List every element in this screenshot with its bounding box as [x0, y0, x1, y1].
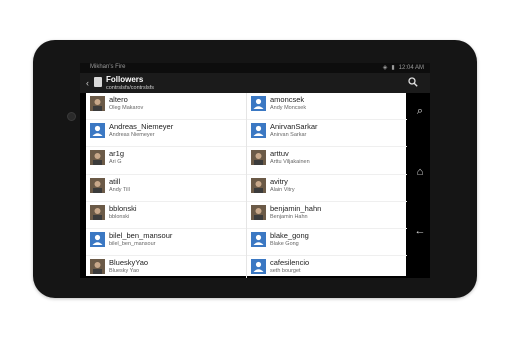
list-item[interactable]: bblonski bblonski — [86, 202, 246, 229]
avatar — [90, 150, 105, 166]
page-subtitle: contrslsfs/contrslsfs — [106, 85, 154, 91]
avatar — [90, 96, 105, 111]
list-item[interactable]: AnirvanSarkar Anirvan Sarkar — [247, 120, 407, 148]
status-bar: Mikhan's Fire ◈ ▮ 12:04 AM — [80, 63, 430, 73]
real-name: Bluesky Yao — [109, 268, 140, 275]
avatar — [251, 177, 266, 193]
back-arrow-icon[interactable]: ← — [412, 223, 428, 239]
wifi-icon: ◈ — [382, 65, 388, 71]
username: benjamin_hahn — [270, 203, 322, 213]
real-name: bilel_ben_mansour — [109, 240, 156, 247]
list-item[interactable]: arttuv Arttu Viljakainen — [247, 147, 407, 175]
username: atill — [109, 176, 121, 186]
real-name: Blake Gong — [270, 240, 299, 247]
list-item[interactable]: altero Oleg Makarov — [86, 93, 246, 121]
avatar — [251, 123, 266, 139]
avatar — [90, 259, 105, 275]
real-name: Oleg Makarov — [109, 105, 144, 111]
real-name: Andreas Niemeyer — [109, 132, 155, 139]
camera-icon — [67, 112, 76, 121]
username: altero — [109, 95, 128, 104]
username: AnirvanSarkar — [270, 122, 318, 132]
real-name: Andy Moncsek — [270, 105, 307, 111]
real-name: seth bourget — [270, 268, 301, 275]
list-item[interactable]: Andreas_Niemeyer Andreas Niemeyer — [86, 120, 246, 148]
avatar — [251, 96, 266, 111]
username: Andreas_Niemeyer — [109, 122, 174, 132]
username: avitry — [270, 176, 288, 186]
real-name: Arttu Viljakainen — [270, 159, 310, 166]
status-right: ◈ ▮ 12:04 AM — [382, 64, 424, 72]
nav-bar: ⌕ ⌂ ← — [410, 93, 430, 278]
list-item[interactable]: BlueskyYao Bluesky Yao — [86, 256, 246, 278]
username: bilel_ben_mansour — [109, 230, 173, 240]
username: BlueskyYao — [109, 258, 149, 268]
real-name: bblonski — [109, 213, 130, 220]
list-item[interactable]: bilel_ben_mansour bilel_ben_mansour — [86, 229, 246, 257]
real-name: Alain Vitry — [270, 186, 295, 193]
real-name: Anirvan Sarkar — [270, 132, 307, 139]
avatar — [251, 259, 266, 275]
avatar — [90, 204, 105, 220]
followers-column-right: amoncsek Andy Moncsek AnirvanSarkar Anirvan… — [247, 93, 407, 278]
home-icon[interactable]: ⌂ — [412, 164, 428, 180]
app-icon[interactable] — [94, 77, 102, 87]
status-time: 12:04 AM — [398, 64, 424, 71]
username: ar1g — [109, 149, 125, 159]
list-item[interactable]: avitry Alain Vitry — [247, 175, 407, 202]
followers-list: altero Oleg Makarov Andreas_Niemeyer Andrea… — [86, 93, 407, 278]
username: blake_gong — [270, 230, 309, 240]
avatar — [90, 177, 105, 193]
action-bar: ‹ Followers contrslsfs/contrslsfs — [80, 73, 430, 93]
avatar — [90, 231, 105, 247]
followers-column-left: altero Oleg Makarov Andreas_Niemeyer Andrea… — [86, 93, 247, 278]
list-item[interactable]: amoncsek Andy Moncsek — [247, 93, 407, 121]
list-item[interactable]: atill Andy Till — [86, 175, 246, 202]
battery-icon: ▮ — [391, 65, 395, 71]
list-item[interactable]: benjamin_hahn Benjamin Hahn — [247, 202, 407, 229]
username: amoncsek — [270, 95, 305, 104]
avatar — [90, 123, 105, 139]
username: cafesilencio — [270, 258, 310, 268]
list-item[interactable]: ar1g Ari G — [86, 147, 246, 175]
search-icon[interactable] — [408, 77, 418, 87]
real-name: Benjamin Hahn — [270, 213, 308, 220]
list-item[interactable]: blake_gong Blake Gong — [247, 229, 407, 257]
avatar — [251, 150, 266, 166]
real-name: Andy Till — [109, 186, 130, 193]
device-screen: Mikhan's Fire ◈ ▮ 12:04 AM ‹ Followers c… — [80, 63, 430, 278]
avatar — [251, 204, 266, 220]
list-item[interactable]: cafesilencio seth bourget — [247, 256, 407, 278]
status-carrier: Mikhan's Fire — [90, 64, 126, 70]
chevron-left-icon[interactable]: ‹ — [86, 78, 89, 88]
username: bblonski — [109, 203, 137, 213]
username: arttuv — [270, 149, 289, 159]
page-title: Followers — [106, 75, 144, 84]
avatar — [251, 231, 266, 247]
real-name: Ari G — [109, 159, 122, 166]
search-icon[interactable]: ⌕ — [412, 103, 428, 119]
